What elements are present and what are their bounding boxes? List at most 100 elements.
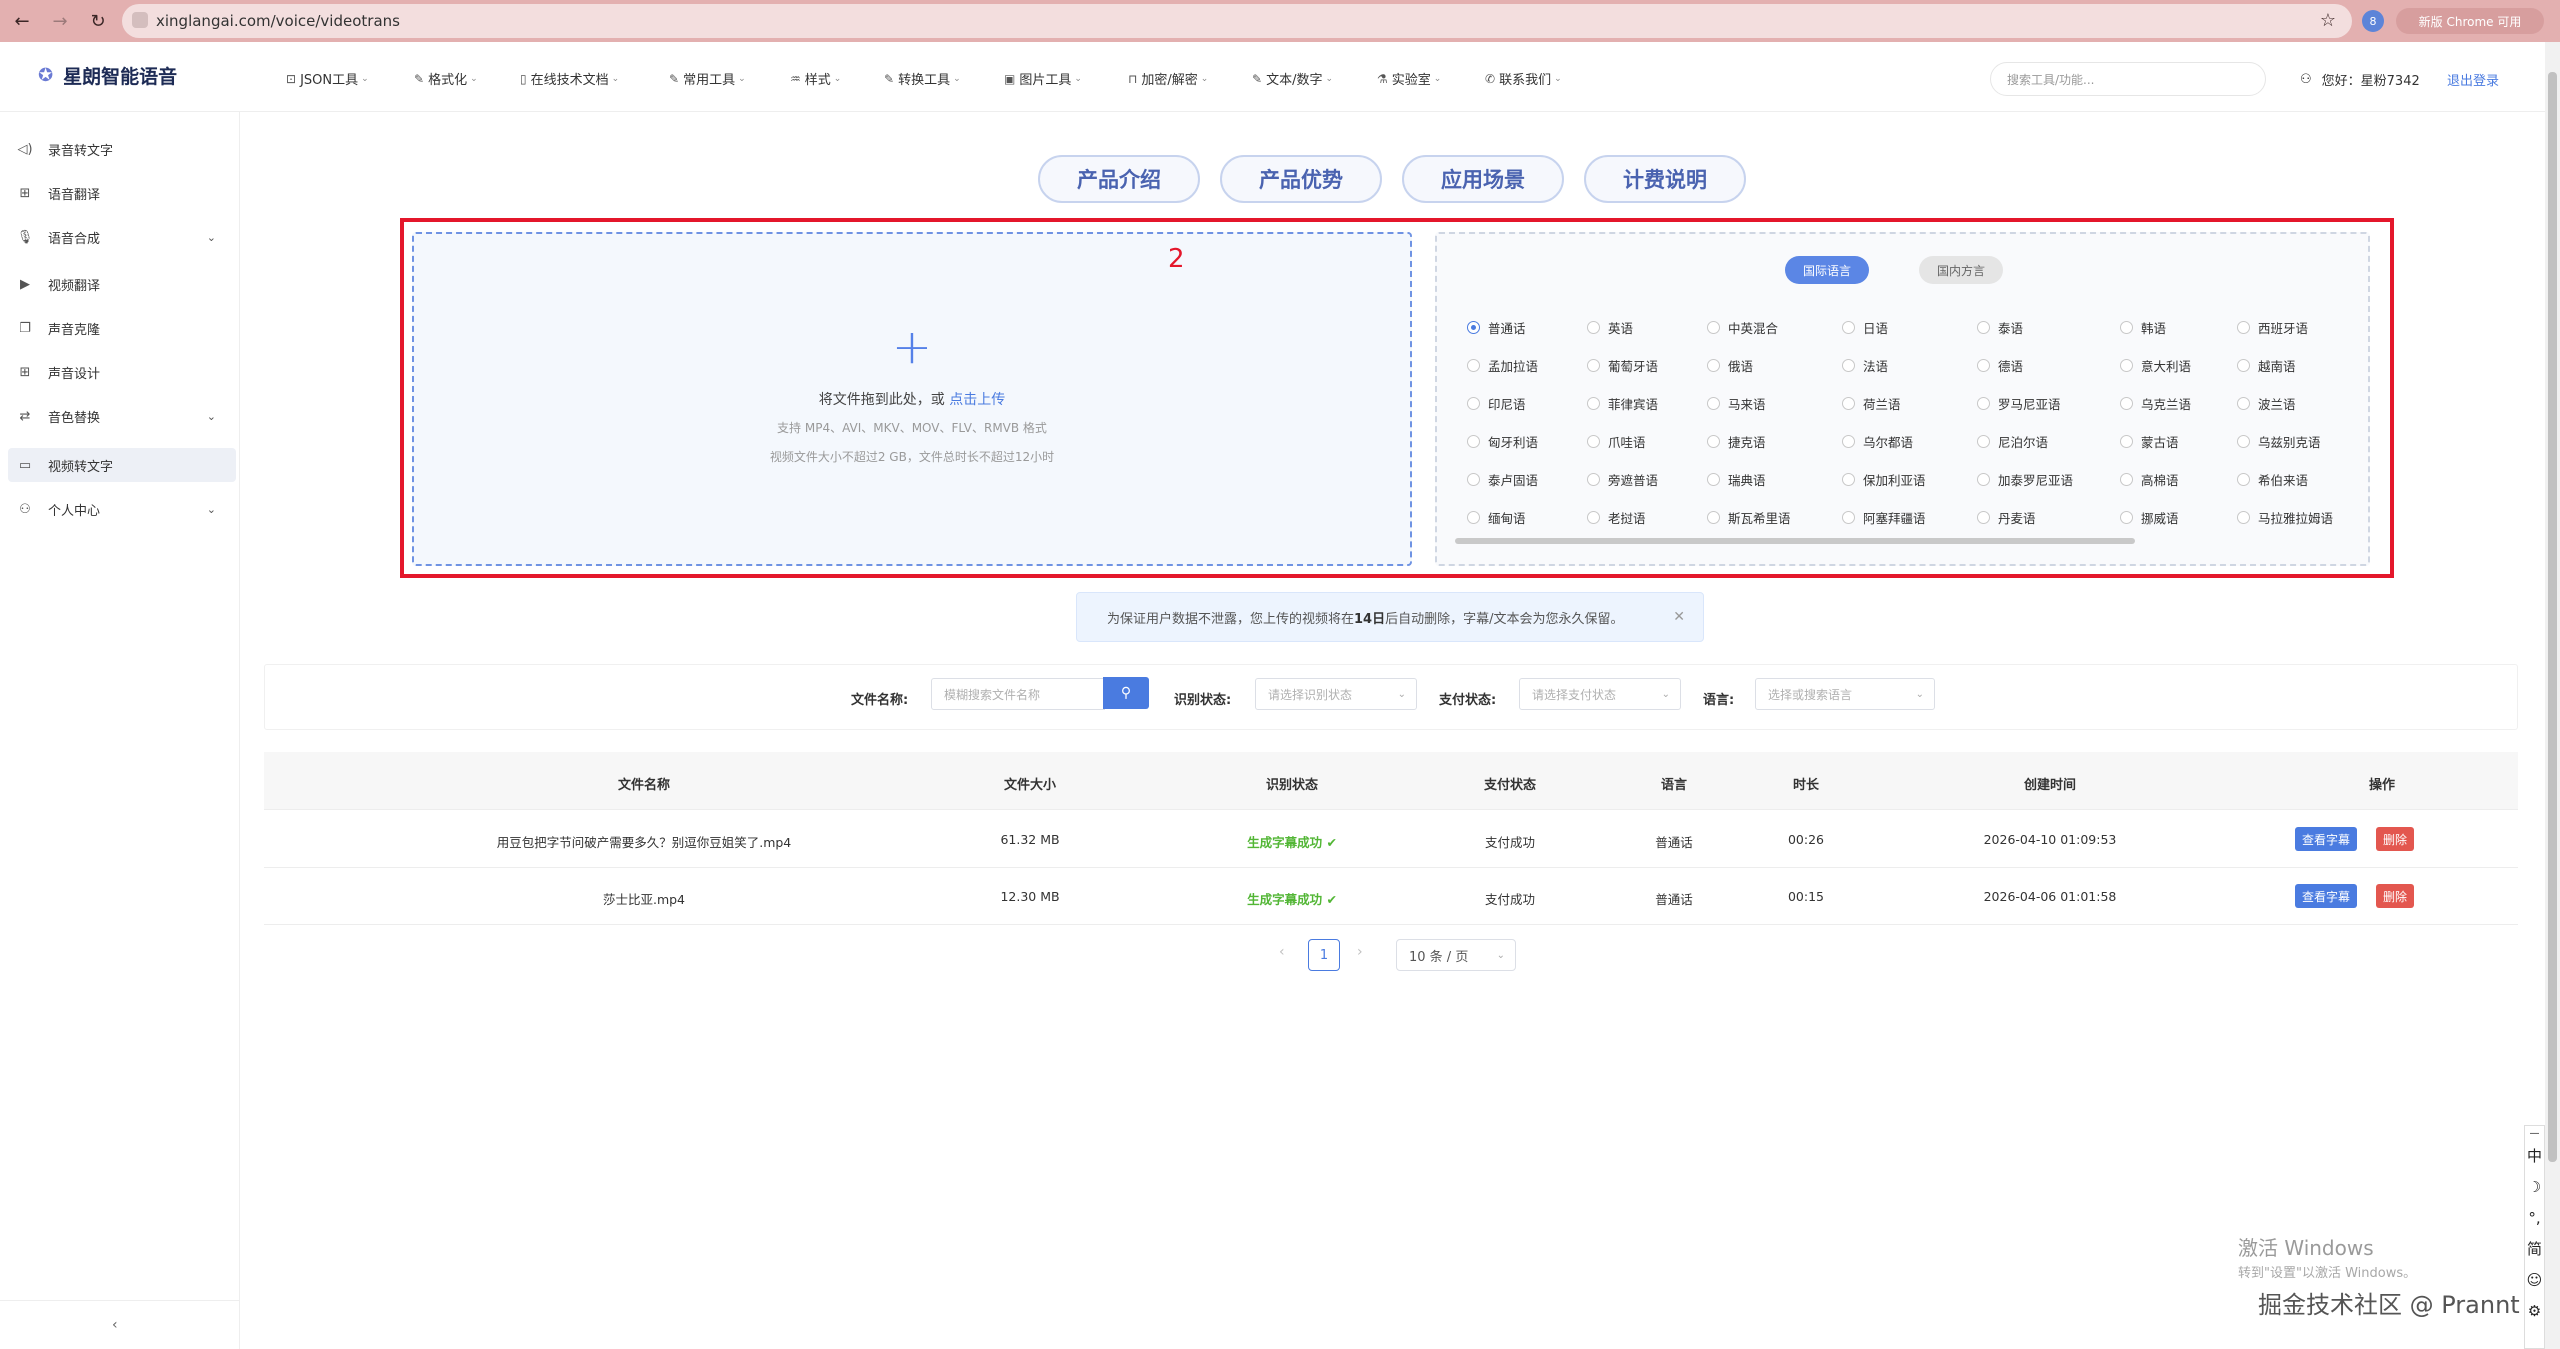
ime-chinese-mode[interactable]: 中 bbox=[2527, 1140, 2542, 1171]
language-option[interactable]: 印尼语 bbox=[1467, 394, 1526, 413]
radio-button[interactable] bbox=[1587, 435, 1600, 448]
nav-image-tools[interactable]: ▣ 图片工具 ⌄ bbox=[1004, 69, 1082, 89]
radio-button[interactable] bbox=[1467, 511, 1480, 524]
radio-button[interactable] bbox=[1977, 321, 1990, 334]
sidebar-item-personal-center[interactable]: ⚇ 个人中心 ⌄ bbox=[0, 492, 236, 526]
language-option[interactable]: 阿塞拜疆语 bbox=[1842, 508, 1926, 527]
radio-button[interactable] bbox=[1842, 511, 1855, 524]
language-option[interactable]: 罗马尼亚语 bbox=[1977, 394, 2061, 413]
language-option[interactable]: 蒙古语 bbox=[2120, 432, 2179, 451]
chrome-update-button[interactable]: 新版 Chrome 可用 bbox=[2396, 8, 2544, 34]
language-option[interactable]: 泰语 bbox=[1977, 318, 2023, 337]
radio-button[interactable] bbox=[1707, 473, 1720, 486]
language-option[interactable]: 丹麦语 bbox=[1977, 508, 2036, 527]
radio-button[interactable] bbox=[1977, 511, 1990, 524]
nav-encrypt[interactable]: ⊓ 加密/解密 ⌄ bbox=[1128, 69, 1208, 89]
radio-button[interactable] bbox=[1977, 435, 1990, 448]
radio-button[interactable] bbox=[2120, 473, 2133, 486]
language-option[interactable]: 乌克兰语 bbox=[2120, 394, 2191, 413]
language-option[interactable]: 捷克语 bbox=[1707, 432, 1766, 451]
nav-convert-tools[interactable]: ✎ 转换工具 ⌄ bbox=[884, 69, 961, 89]
language-option[interactable]: 斯瓦希里语 bbox=[1707, 508, 1791, 527]
language-option[interactable]: 波兰语 bbox=[2237, 394, 2296, 413]
radio-button[interactable] bbox=[1467, 397, 1480, 410]
radio-button[interactable] bbox=[1707, 511, 1720, 524]
tab-pricing[interactable]: 计费说明 bbox=[1584, 155, 1746, 203]
radio-button[interactable] bbox=[1587, 397, 1600, 410]
radio-button[interactable] bbox=[2120, 435, 2133, 448]
language-option[interactable]: 缅甸语 bbox=[1467, 508, 1526, 527]
prev-page-icon[interactable]: ‹ bbox=[1279, 944, 1285, 960]
reload-icon[interactable]: ↻ bbox=[82, 5, 114, 37]
language-option[interactable]: 英语 bbox=[1587, 318, 1633, 337]
ime-settings-icon[interactable]: ⚙ bbox=[2528, 1295, 2541, 1326]
nav-docs[interactable]: ▯ 在线技术文档 ⌄ bbox=[520, 69, 619, 89]
next-page-icon[interactable]: › bbox=[1357, 944, 1363, 960]
language-option[interactable]: 菲律宾语 bbox=[1587, 394, 1658, 413]
recognition-status-select[interactable]: 请选择识别状态 ⌄ bbox=[1255, 678, 1417, 710]
sidebar-item-video-to-text[interactable]: ▭ 视频转文字 bbox=[8, 448, 236, 482]
language-option[interactable]: 韩语 bbox=[2120, 318, 2166, 337]
radio-button[interactable] bbox=[1587, 359, 1600, 372]
language-option[interactable]: 普通话 bbox=[1467, 318, 1526, 337]
nav-contact[interactable]: ✆ 联系我们 ⌄ bbox=[1485, 69, 1562, 89]
radio-button[interactable] bbox=[2237, 511, 2250, 524]
radio-button[interactable] bbox=[1842, 321, 1855, 334]
logout-link[interactable]: 退出登录 bbox=[2447, 70, 2499, 89]
language-option[interactable]: 老挝语 bbox=[1587, 508, 1646, 527]
language-option[interactable]: 希伯来语 bbox=[2237, 470, 2308, 489]
language-option[interactable]: 乌兹别克语 bbox=[2237, 432, 2321, 451]
nav-text-number[interactable]: ✎ 文本/数字 ⌄ bbox=[1252, 69, 1333, 89]
address-bar[interactable]: xinglangai.com/voice/videotrans ☆ bbox=[122, 4, 2352, 38]
language-option[interactable]: 西班牙语 bbox=[2237, 318, 2308, 337]
delete-button[interactable]: 删除 bbox=[2376, 827, 2415, 851]
nav-common-tools[interactable]: ✎ 常用工具 ⌄ bbox=[669, 69, 746, 89]
language-option[interactable]: 荷兰语 bbox=[1842, 394, 1901, 413]
filename-search-input[interactable]: 模糊搜索文件名称 bbox=[931, 678, 1105, 710]
radio-button[interactable] bbox=[1587, 511, 1600, 524]
extension-icon[interactable]: 8 bbox=[2362, 10, 2384, 32]
language-option[interactable]: 马来语 bbox=[1707, 394, 1766, 413]
language-option[interactable]: 葡萄牙语 bbox=[1587, 356, 1658, 375]
nav-format[interactable]: ✎ 格式化 ⌄ bbox=[414, 69, 478, 89]
radio-button[interactable] bbox=[2120, 359, 2133, 372]
radio-button[interactable] bbox=[2237, 435, 2250, 448]
ime-emoji-icon[interactable]: ☺ bbox=[2527, 1264, 2543, 1295]
language-option[interactable]: 法语 bbox=[1842, 356, 1888, 375]
ime-moon-icon[interactable]: ☽ bbox=[2528, 1171, 2541, 1202]
tab-product-advantages[interactable]: 产品优势 bbox=[1220, 155, 1382, 203]
page-scrollbar[interactable] bbox=[2545, 42, 2560, 1349]
radio-button[interactable] bbox=[1467, 359, 1480, 372]
delete-button[interactable]: 删除 bbox=[2376, 884, 2415, 908]
site-info-icon[interactable] bbox=[132, 12, 148, 28]
language-option[interactable]: 尼泊尔语 bbox=[1977, 432, 2048, 451]
language-option[interactable]: 保加利亚语 bbox=[1842, 470, 1926, 489]
sidebar-item-speech-synthesis[interactable]: 🎙 语音合成 ⌄ bbox=[0, 220, 236, 254]
radio-button[interactable] bbox=[2237, 473, 2250, 486]
ime-simplified[interactable]: 简 bbox=[2527, 1233, 2542, 1264]
language-option[interactable]: 爪哇语 bbox=[1587, 432, 1646, 451]
nav-json-tools[interactable]: ⊡ JSON工具 ⌄ bbox=[286, 69, 369, 89]
language-option[interactable]: 加泰罗尼亚语 bbox=[1977, 470, 2073, 489]
ime-punctuation[interactable]: °, bbox=[2528, 1202, 2540, 1233]
radio-button[interactable] bbox=[1467, 473, 1480, 486]
radio-button[interactable] bbox=[1977, 473, 1990, 486]
page-number-current[interactable]: 1 bbox=[1308, 939, 1340, 971]
language-select[interactable]: 选择或搜索语言 ⌄ bbox=[1755, 678, 1935, 710]
radio-button[interactable] bbox=[2237, 397, 2250, 410]
scrollbar-thumb[interactable] bbox=[2548, 72, 2557, 1162]
radio-button[interactable] bbox=[1707, 359, 1720, 372]
sidebar-item-timbre-replace[interactable]: ⇄ 音色替换 ⌄ bbox=[0, 399, 236, 433]
nav-lab[interactable]: ⚗ 实验室 ⌄ bbox=[1377, 69, 1441, 89]
radio-button[interactable] bbox=[1707, 397, 1720, 410]
radio-button[interactable] bbox=[1467, 321, 1480, 334]
language-option[interactable]: 孟加拉语 bbox=[1467, 356, 1538, 375]
sidebar-item-voice-clone[interactable]: ❐ 声音克隆 bbox=[0, 311, 236, 345]
language-option[interactable]: 高棉语 bbox=[2120, 470, 2179, 489]
upload-dropzone[interactable]: + 将文件拖到此处，或 点击上传 支持 MP4、AVI、MKV、MOV、FLV、… bbox=[412, 232, 1412, 566]
radio-button[interactable] bbox=[2120, 511, 2133, 524]
radio-button[interactable] bbox=[2120, 397, 2133, 410]
radio-button[interactable] bbox=[1977, 359, 1990, 372]
site-logo[interactable]: ✪ 星朗智能语音 bbox=[38, 62, 177, 89]
tab-product-intro[interactable]: 产品介绍 bbox=[1038, 155, 1200, 203]
